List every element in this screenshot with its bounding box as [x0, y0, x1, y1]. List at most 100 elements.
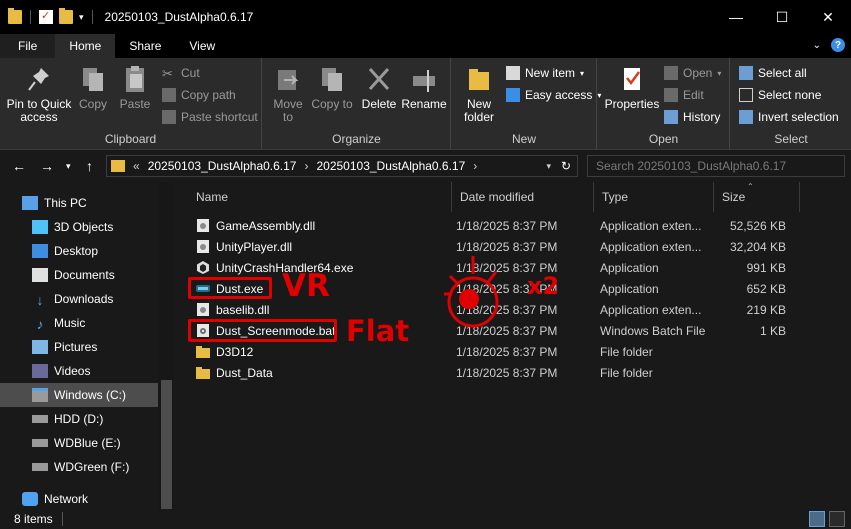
downloads-icon: ↓	[36, 292, 44, 308]
title-bar: ▾ 20250103_DustAlpha0.6.17 — ☐ ✕	[0, 0, 851, 34]
properties-button[interactable]: Properties	[602, 64, 662, 111]
nav-item-network[interactable]: Network	[0, 487, 158, 509]
delete-button[interactable]: Delete	[359, 64, 399, 111]
delete-label: Delete	[361, 97, 397, 111]
properties-icon	[624, 68, 641, 90]
nav-item-desktop[interactable]: Desktop	[0, 239, 158, 263]
nav-item-3d-objects[interactable]: 3D Objects	[0, 215, 158, 239]
file-row-dust-data[interactable]: Dust_Data 1/18/2025 8:37 PM File folder	[188, 362, 798, 383]
rename-button[interactable]: Rename	[401, 64, 447, 111]
annotation-flat: Flat	[346, 314, 410, 348]
tab-share[interactable]: Share	[115, 34, 175, 58]
nav-item-wdblue-e[interactable]: WDBlue (E:)	[0, 431, 158, 455]
copy-button[interactable]: Copy	[76, 64, 110, 111]
column-header-type[interactable]: Type	[594, 182, 714, 212]
select-none-icon	[739, 88, 753, 102]
separator	[91, 10, 93, 24]
collapse-ribbon-icon[interactable]: ⌄	[813, 40, 821, 51]
paste-shortcut-button[interactable]: Paste shortcut	[162, 110, 258, 124]
maximize-button[interactable]: ☐	[759, 0, 805, 34]
copy-path-button[interactable]: Copy path	[162, 88, 236, 102]
ribbon-tabs: File Home Share View ⌄ ?	[0, 34, 851, 58]
close-button[interactable]: ✕	[805, 0, 851, 34]
nav-item-wdgreen-f[interactable]: WDGreen (F:)	[0, 455, 158, 479]
select-all-button[interactable]: Select all	[739, 66, 807, 80]
file-row-gameassembly[interactable]: GameAssembly.dll 1/18/2025 8:37 PM Appli…	[188, 215, 798, 236]
drive-icon	[32, 463, 48, 471]
file-size: 991 KB	[746, 261, 786, 275]
new-item-icon	[506, 66, 520, 80]
nav-scrollbar-thumb[interactable]	[161, 380, 172, 509]
copy-to-button[interactable]: Copy to	[311, 64, 353, 111]
properties-icon[interactable]	[39, 9, 53, 24]
nav-item-label: Music	[54, 316, 86, 330]
folder-icon	[196, 346, 210, 358]
nav-item-documents[interactable]: Documents	[0, 263, 158, 287]
new-folder-button[interactable]: New folder	[456, 64, 502, 124]
customize-dropdown-icon[interactable]: ▾	[79, 12, 84, 23]
address-toolbar: ← → ▾ ↑ « 20250103_DustAlpha0.6.17 › 202…	[0, 150, 851, 182]
nav-item-downloads[interactable]: ↓ Downloads	[0, 287, 158, 311]
folder-icon	[111, 160, 125, 172]
file-type: Application exten...	[600, 219, 702, 233]
pin-label: Pin to Quick access	[6, 97, 72, 124]
forward-button[interactable]: →	[40, 158, 54, 174]
refresh-icon[interactable]: ↻	[557, 156, 575, 176]
paste-button[interactable]: Paste	[116, 64, 154, 111]
tab-view[interactable]: View	[175, 34, 229, 58]
easy-access-button[interactable]: Easy access ▾	[506, 88, 601, 102]
history-button[interactable]: History	[664, 110, 720, 124]
nav-item-hdd-d[interactable]: HDD (D:)	[0, 407, 158, 431]
address-dropdown-icon[interactable]: ▾	[546, 161, 551, 172]
file-name: UnityPlayer.dll	[216, 240, 293, 254]
annotation-x2: x2	[527, 272, 560, 300]
breadcrumb-separator-icon[interactable]: ›	[304, 159, 308, 173]
scissors-icon: ✂	[162, 66, 173, 81]
nav-item-videos[interactable]: Videos	[0, 359, 158, 383]
nav-item-this-pc[interactable]: This PC	[0, 191, 158, 215]
nav-item-music[interactable]: ♪ Music	[0, 311, 158, 335]
address-bar[interactable]: « 20250103_DustAlpha0.6.17 › 20250103_Du…	[106, 155, 578, 177]
cut-button[interactable]: ✂ Cut	[162, 66, 200, 81]
documents-icon	[32, 268, 48, 282]
nav-item-windows-c[interactable]: Windows (C:)	[0, 383, 158, 407]
new-group-label: New	[511, 132, 536, 146]
window-title: 20250103_DustAlpha0.6.17	[104, 10, 254, 24]
column-header-size[interactable]: Size	[714, 182, 800, 212]
new-folder-icon	[469, 69, 489, 90]
tab-home[interactable]: Home	[55, 34, 116, 58]
3d-objects-icon	[32, 220, 48, 234]
back-button[interactable]: ←	[12, 158, 26, 174]
tab-file[interactable]: File	[0, 34, 56, 58]
details-view-button[interactable]	[809, 511, 825, 527]
annotation-double-click-icon	[444, 256, 499, 328]
edit-button[interactable]: Edit	[664, 88, 704, 102]
window-controls: — ☐ ✕	[713, 0, 851, 34]
nav-item-pictures[interactable]: Pictures	[0, 335, 158, 359]
breadcrumb-2[interactable]: 20250103_DustAlpha0.6.17	[316, 159, 465, 173]
new-item-button[interactable]: New item ▾	[506, 66, 584, 80]
invert-selection-button[interactable]: Invert selection	[739, 110, 839, 124]
search-box[interactable]: Search 20250103_DustAlpha0.6.17	[587, 155, 845, 177]
column-header-date[interactable]: Date modified	[452, 182, 594, 212]
column-header-name[interactable]: Name	[188, 182, 452, 212]
up-button[interactable]: ↑	[86, 158, 93, 174]
new-folder-icon[interactable]	[59, 8, 73, 24]
recent-locations-chevron-icon[interactable]: ▾	[66, 161, 71, 172]
help-icon[interactable]: ?	[831, 38, 845, 52]
nav-item-label: WDGreen (F:)	[54, 460, 130, 474]
minimize-button[interactable]: —	[713, 0, 759, 34]
new-group: New folder New item ▾ Easy access ▾ New	[452, 58, 601, 150]
overflow-chevron-icon[interactable]: «	[133, 159, 140, 173]
breadcrumb-1[interactable]: 20250103_DustAlpha0.6.17	[148, 159, 297, 173]
organize-group: Move to Copy to Delete Rename Organize	[263, 58, 451, 150]
select-none-button[interactable]: Select none	[739, 88, 821, 102]
breadcrumb-separator-icon[interactable]: ›	[473, 159, 477, 173]
move-to-button[interactable]: Move to	[267, 64, 309, 124]
open-button[interactable]: Open ▾	[664, 66, 721, 80]
view-toggle	[809, 511, 845, 527]
annotation-vr: VR	[282, 268, 330, 304]
pin-to-quick-access-button[interactable]: Pin to Quick access	[4, 64, 74, 124]
file-size: 1 KB	[759, 324, 786, 338]
large-icons-view-button[interactable]	[829, 511, 845, 527]
